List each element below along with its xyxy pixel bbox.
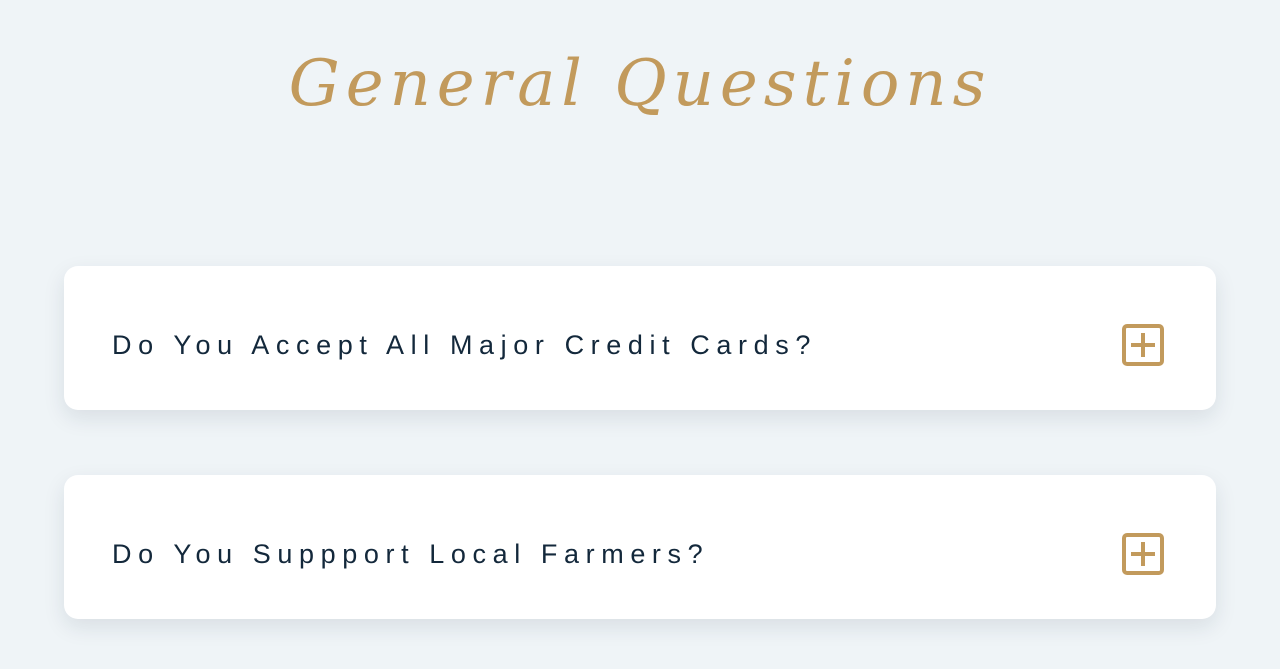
page-title: General Questions bbox=[288, 47, 992, 121]
faq-item-credit-cards[interactable]: Do You Accept All Major Credit Cards? bbox=[64, 266, 1216, 410]
faq-item-local-farmers[interactable]: Do You Suppport Local Farmers? bbox=[64, 475, 1216, 619]
faq-question: Do You Accept All Major Credit Cards? bbox=[112, 330, 817, 360]
plus-square-icon[interactable] bbox=[1122, 324, 1164, 366]
faq-question: Do You Suppport Local Farmers? bbox=[112, 539, 710, 569]
faq-list: Do You Accept All Major Credit Cards? Do… bbox=[64, 266, 1216, 669]
plus-square-icon[interactable] bbox=[1122, 533, 1164, 575]
